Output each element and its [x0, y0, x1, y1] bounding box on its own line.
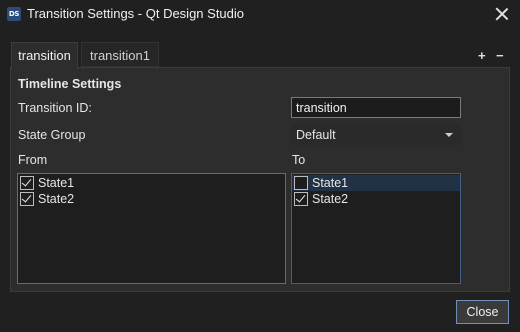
add-tab-button[interactable]: + — [478, 48, 486, 63]
chevron-down-icon — [445, 133, 453, 137]
state-group-value: Default — [296, 128, 336, 142]
list-item-label: State1 — [312, 176, 349, 190]
to-list-item-state1[interactable]: State1 — [292, 175, 460, 191]
from-state-list[interactable]: State1 State2 — [17, 173, 286, 284]
title-bar: DS Transition Settings - Qt Design Studi… — [0, 0, 520, 30]
close-icon[interactable] — [494, 6, 510, 22]
list-item-label: State2 — [38, 192, 75, 206]
window-title: Transition Settings - Qt Design Studio — [27, 6, 245, 21]
transition-id-input[interactable] — [291, 97, 461, 118]
state-group-label: State Group — [18, 128, 86, 142]
from-state2-checkbox[interactable] — [20, 192, 34, 206]
checkmark-icon — [21, 192, 32, 203]
section-title: Timeline Settings — [18, 77, 122, 91]
from-list-item-state1[interactable]: State1 — [18, 175, 285, 191]
list-item-label: State2 — [312, 192, 349, 206]
from-state1-checkbox[interactable] — [20, 176, 34, 190]
tab-transition[interactable]: transition — [11, 42, 78, 69]
tab-transition1[interactable]: transition1 — [81, 42, 159, 67]
from-label: From — [18, 153, 48, 167]
to-state-list[interactable]: State1 State2 — [291, 173, 461, 284]
state-group-dropdown[interactable]: Default — [291, 124, 461, 145]
to-list-item-state2[interactable]: State2 — [292, 191, 460, 207]
to-state1-checkbox[interactable] — [294, 176, 308, 190]
checkmark-icon — [295, 192, 306, 203]
app-logo-icon: DS — [7, 7, 21, 21]
checkmark-icon — [21, 176, 32, 187]
from-list-item-state2[interactable]: State2 — [18, 191, 285, 207]
list-item-label: State1 — [38, 176, 75, 190]
close-button[interactable]: Close — [456, 300, 509, 324]
to-state2-checkbox[interactable] — [294, 192, 308, 206]
to-label: To — [292, 153, 306, 167]
remove-tab-button[interactable]: − — [496, 48, 504, 63]
transition-id-label: Transition ID: — [18, 101, 92, 115]
